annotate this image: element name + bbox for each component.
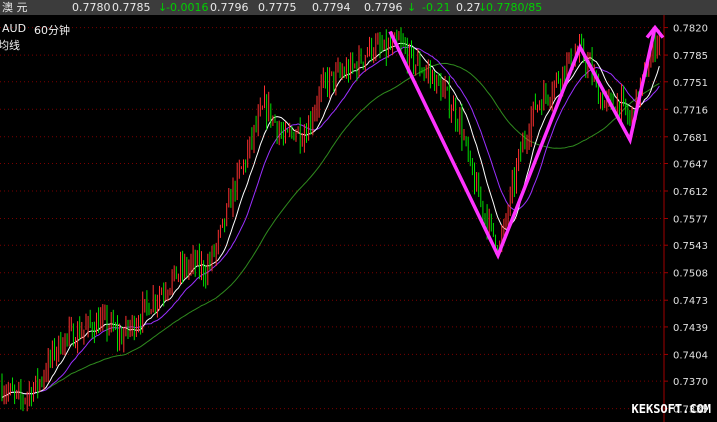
y-tick-label: 0.7647	[673, 160, 708, 171]
y-tick-label: 0.7751	[673, 78, 708, 89]
ticker-value-6: 0.7794	[312, 1, 351, 14]
price-chart: 0.7820 0.7785 0.7751 0.7716 0.7681 0.7647 0.76…	[0, 15, 708, 422]
y-tick-label: 0.7473	[673, 296, 708, 307]
indicator-label: 均线	[0, 39, 20, 52]
symbol-label: AUD	[2, 22, 27, 35]
y-tick-label: 0.7439	[673, 323, 708, 334]
ticker-prev: 0.7780	[72, 1, 111, 14]
watermark: KEKSOFT.COM	[631, 402, 711, 416]
ticker-pct: -0.21	[422, 1, 451, 14]
y-tick-label: 0.7577	[673, 215, 708, 226]
ticker-bid-ask: 0.7780/85	[486, 1, 543, 14]
ticker-name: 澳 元	[2, 1, 28, 14]
ticker-value-4: 0.7796	[210, 1, 249, 14]
y-tick-label: 0.7681	[673, 133, 708, 144]
y-axis: 0.7820 0.7785 0.7751 0.7716 0.7681 0.7647 0.76…	[673, 24, 708, 416]
y-tick-label: 0.7370	[673, 377, 708, 388]
y-tick-label: 0.7404	[673, 350, 708, 361]
down-arrow-icon: ↓	[407, 1, 417, 14]
ticker-value-9: 0.27	[456, 1, 481, 14]
y-tick-label: 0.7612	[673, 187, 708, 198]
y-tick-label: 0.7785	[673, 51, 708, 62]
ticker-value-5: 0.7775	[258, 1, 297, 14]
period-label: 60分钟	[34, 24, 70, 37]
ticker-change: -0.0016	[166, 1, 209, 14]
y-tick-label: 0.7508	[673, 269, 708, 280]
y-tick-label: 0.7543	[673, 241, 708, 252]
candlesticks	[1, 27, 660, 412]
ticker-open: 0.7785	[112, 1, 151, 14]
y-tick-label: 0.7820	[673, 24, 708, 35]
ticker-value-7: 0.7796	[364, 1, 403, 14]
y-tick-label: 0.7716	[673, 105, 708, 116]
quote-ticker: 澳 元 0.7780 0.7785 ↓ -0.0016 0.7796 0.777…	[0, 0, 717, 15]
